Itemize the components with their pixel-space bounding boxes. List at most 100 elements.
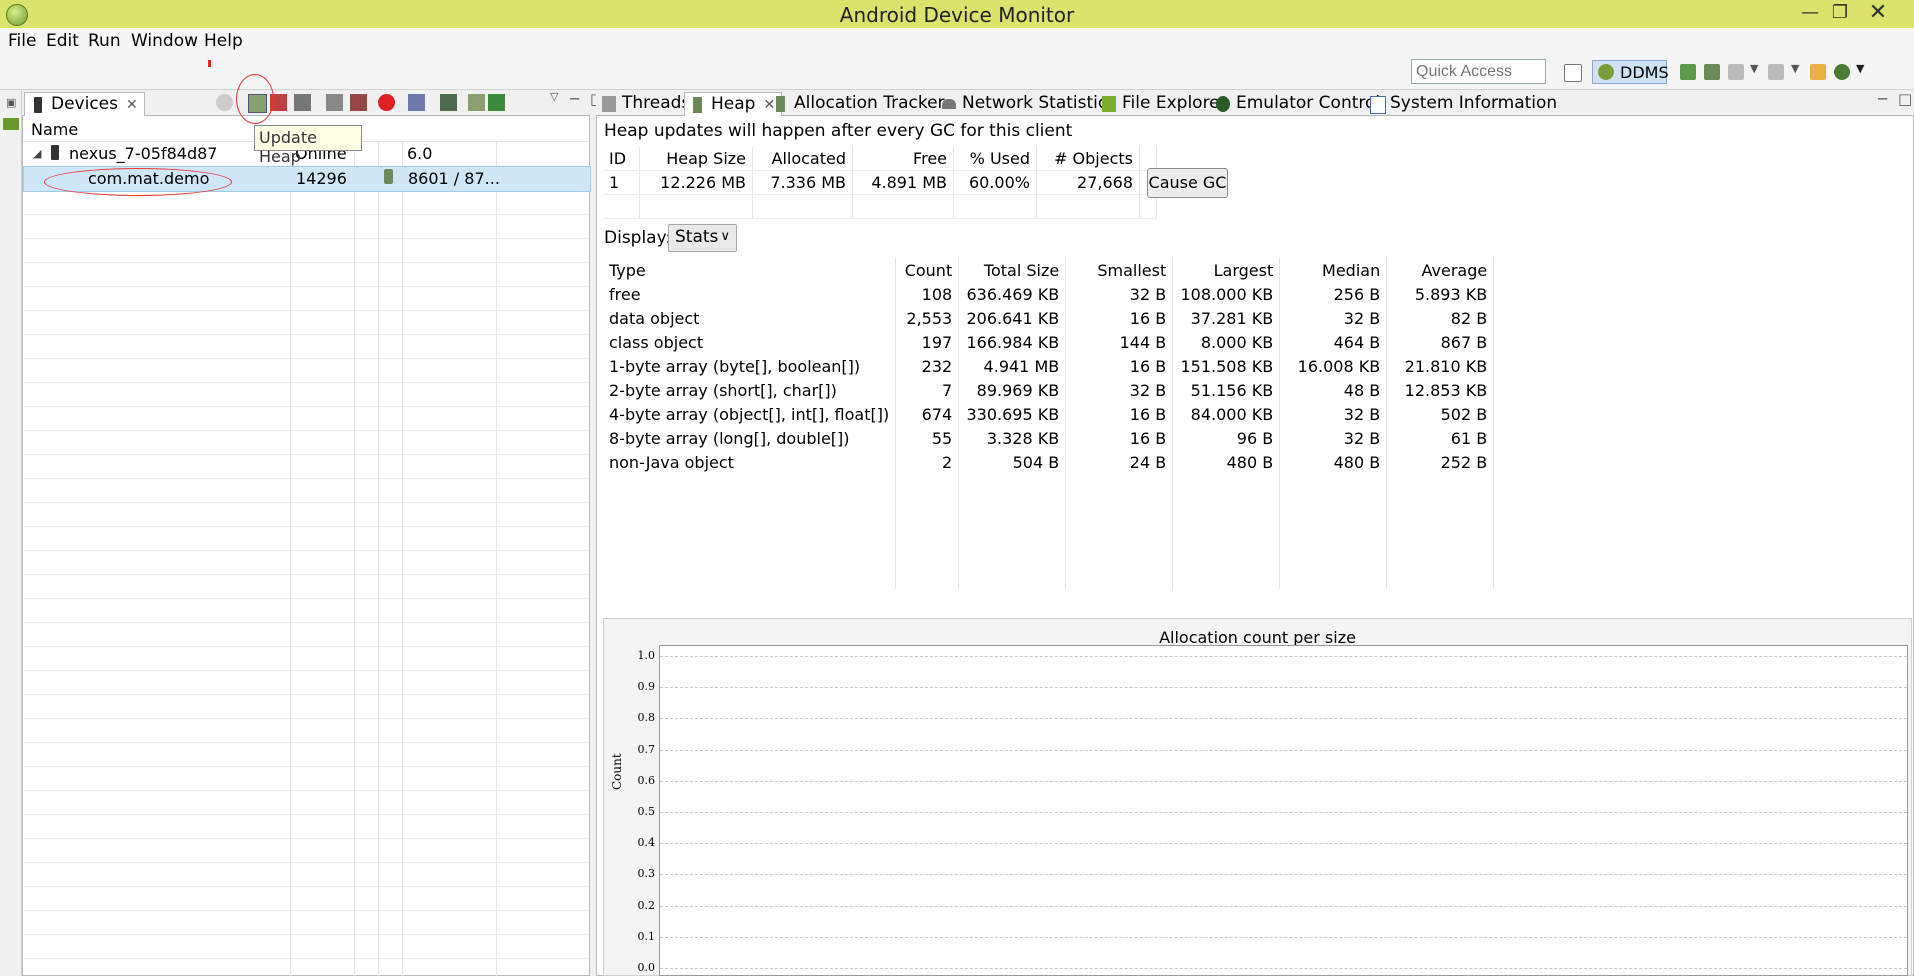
left-trim-bar: ▣ [0, 90, 22, 976]
devices-tab-bar: Devices✕ ▽ ─ □ [22, 90, 604, 116]
threads-icon [602, 96, 616, 112]
chart-y-tick-label: 0.2 [637, 898, 656, 912]
close-icon[interactable]: ✕ [126, 97, 138, 113]
grid-line [23, 526, 589, 527]
start-method-profiling-icon[interactable] [350, 94, 367, 111]
grid-line [402, 142, 403, 976]
chart-gridline [660, 780, 1907, 782]
menu-file[interactable]: File [8, 31, 36, 51]
chevron-down-icon[interactable]: ▼ [1750, 62, 1758, 75]
cause-gc-button[interactable]: Cause GC [1147, 168, 1228, 198]
chart-gridline [660, 936, 1907, 938]
header-objects[interactable]: # Objects [1036, 147, 1140, 171]
table-row[interactable]: non-Java object 2 504 B 24 B 480 B 480 B… [603, 450, 1495, 474]
header-largest[interactable]: Largest [1172, 258, 1281, 282]
screenshot-icon[interactable] [1768, 64, 1784, 80]
grid-line [378, 142, 379, 976]
menu-help[interactable]: Help [204, 31, 243, 51]
heap-update-icon [384, 169, 393, 184]
chevron-down-icon[interactable]: ▼ [1856, 62, 1864, 75]
maximize-view-icon[interactable]: □ [1898, 90, 1912, 108]
minimize-view-icon[interactable]: ─ [1878, 90, 1887, 108]
cell-count: 197 [895, 330, 960, 354]
tab-allocation-tracker[interactable]: Allocation Tracker [768, 92, 951, 116]
cell-smallest: 16 B [1065, 354, 1174, 378]
tab-emulator-control[interactable]: Emulator Control [1210, 92, 1386, 116]
cell-total-size: 636.469 KB [958, 282, 1067, 306]
menu-window[interactable]: Window [131, 31, 198, 51]
open-perspective-icon[interactable] [1564, 64, 1582, 82]
table-row[interactable]: 4-byte array (object[], int[], float[]) … [603, 402, 1495, 426]
update-threads-icon[interactable] [326, 94, 343, 111]
close-button[interactable]: ✕ [1858, 0, 1898, 28]
menu-run[interactable]: Run [88, 31, 121, 51]
table-row[interactable]: free 108 636.469 KB 32 B 108.000 KB 256 … [603, 282, 1495, 306]
header-free[interactable]: Free [852, 147, 954, 171]
menu-bar: File Edit Run Window Help [0, 28, 1914, 54]
header-id[interactable]: ID [603, 147, 640, 171]
minimize-view-icon[interactable]: ─ [570, 90, 579, 108]
grid-line [23, 646, 589, 647]
cell-median: 480 B [1279, 450, 1388, 474]
tab-system-information[interactable]: System Information [1364, 92, 1563, 116]
header-median[interactable]: Median [1279, 258, 1388, 282]
cell-type: 1-byte array (byte[], boolean[]) [603, 354, 897, 378]
table-row[interactable]: data object 2,553 206.641 KB 16 B 37.281… [603, 306, 1495, 330]
devices-panel [22, 90, 590, 976]
expand-icon[interactable]: ◢ [33, 147, 41, 160]
debug-icon[interactable] [1834, 64, 1850, 80]
tab-network-statistics[interactable]: Network Statistics [936, 92, 1122, 116]
header-smallest[interactable]: Smallest [1065, 258, 1174, 282]
chart-y-tick-label: 0.8 [637, 711, 656, 725]
opengl-trace-icon[interactable] [488, 94, 505, 111]
chart-y-tick-label: 0.6 [637, 773, 656, 787]
heap-dump-icon[interactable] [1704, 64, 1720, 80]
dump-view-hierarchy-icon[interactable] [468, 94, 485, 111]
header-heap-size[interactable]: Heap Size [639, 147, 753, 171]
back-icon[interactable] [1810, 64, 1826, 80]
chart-y-tick-label: 1.0 [637, 649, 656, 662]
quick-access-input[interactable] [1411, 59, 1546, 84]
display-select[interactable]: Stats ∨ [668, 224, 737, 252]
cause-gc-icon[interactable] [294, 94, 311, 111]
header-type[interactable]: Type [603, 258, 897, 282]
table-row[interactable]: class object 197 166.984 KB 144 B 8.000 … [603, 330, 1495, 354]
header-total-size[interactable]: Total Size [958, 258, 1067, 282]
stop-process-icon[interactable] [378, 94, 395, 111]
main-toolbar: DDMS ▼ ▼ ▼ [0, 54, 1914, 90]
cell-smallest: 16 B [1065, 426, 1174, 450]
cell-total-size: 504 B [958, 450, 1067, 474]
tab-threads[interactable]: Threads [596, 92, 696, 116]
header-average[interactable]: Average [1386, 258, 1495, 282]
cell-median: 32 B [1279, 426, 1388, 450]
screen-capture-icon[interactable] [408, 94, 425, 111]
cell-largest: 84.000 KB [1172, 402, 1281, 426]
grid-line [23, 886, 589, 887]
table-row[interactable]: 8-byte array (long[], double[]) 55 3.328… [603, 426, 1495, 450]
table-row[interactable]: 1-byte array (byte[], boolean[]) 232 4.9… [603, 354, 1495, 378]
column-name[interactable]: Name [31, 120, 78, 139]
restore-icon[interactable]: ▣ [6, 96, 16, 109]
menu-edit[interactable]: Edit [46, 31, 79, 51]
header-allocated[interactable]: Allocated [752, 147, 853, 171]
grid-line [23, 286, 589, 287]
systrace-icon[interactable] [440, 94, 457, 111]
view-menu-icon[interactable]: ▽ [550, 90, 558, 103]
tab-devices[interactable]: Devices ✕ [24, 92, 145, 116]
ddms-perspective-button[interactable]: DDMS [1592, 60, 1669, 84]
summary-row[interactable]: 1 12.226 MB 7.336 MB 4.891 MB 60.00% 27,… [603, 170, 1157, 195]
header-count[interactable]: Count [895, 258, 960, 282]
table-row[interactable]: 2-byte array (short[], char[]) 7 89.969 … [603, 378, 1495, 402]
stats-header-row: Type Count Total Size Smallest Largest M… [603, 258, 1495, 282]
thread-icon[interactable] [1728, 64, 1744, 80]
maximize-button[interactable]: ❐ [1820, 0, 1860, 28]
cell-median: 464 B [1279, 330, 1388, 354]
download-icon[interactable] [1680, 64, 1696, 80]
logcat-icon[interactable] [3, 118, 19, 130]
grid-line [23, 430, 589, 431]
debug-process-icon[interactable] [216, 94, 233, 111]
table-row-empty [603, 543, 1495, 566]
header-percent-used[interactable]: % Used [953, 147, 1037, 171]
chevron-down-icon[interactable]: ▼ [1791, 62, 1799, 75]
grid-line [23, 862, 589, 863]
